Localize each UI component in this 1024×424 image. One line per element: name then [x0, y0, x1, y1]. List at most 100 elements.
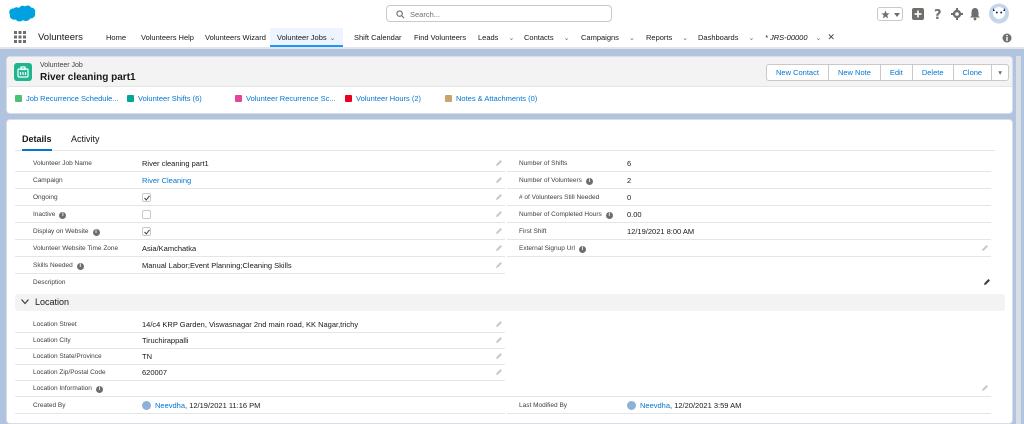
field-label: Location Information i — [33, 385, 103, 393]
nav-item-dashboards[interactable]: Dashboards ⌄ — [698, 28, 754, 47]
chevron-down-icon[interactable]: ⌄ — [682, 35, 688, 42]
new-note-button[interactable]: New Note — [827, 64, 881, 81]
field-label-text: Number of Completed Hours — [519, 211, 602, 218]
nav-item-contacts[interactable]: Contacts ⌄ — [524, 28, 569, 47]
related-link-volunteer-shifts[interactable]: Volunteer Shifts (6) — [127, 94, 202, 103]
nav-label: * JRS-00000 — [765, 33, 808, 42]
global-search-input[interactable]: Search... — [386, 5, 612, 22]
chevron-down-icon[interactable]: ⌄ — [564, 35, 570, 42]
field-created-by: Created By Neevdha, 12/19/2021 11:16 PM — [15, 398, 505, 414]
global-add-icon[interactable] — [912, 7, 924, 21]
edit-pencil-icon[interactable] — [495, 193, 503, 201]
edit-pencil-icon[interactable] — [495, 261, 503, 269]
nav-item-reports[interactable]: Reports ⌄ — [646, 28, 688, 47]
info-icon[interactable] — [1002, 33, 1012, 43]
record-title: River cleaning part1 — [40, 72, 136, 83]
chevron-down-icon[interactable]: ⌄ — [508, 35, 514, 42]
field-value: 12/19/2021 8:00 AM — [627, 227, 695, 236]
info-icon[interactable]: i — [605, 212, 613, 219]
edit-pencil-icon[interactable] — [495, 368, 503, 376]
app-navigation-bar: Volunteers Home Volunteers Help Voluntee… — [0, 28, 1024, 49]
nav-item-home[interactable]: Home — [106, 28, 126, 47]
nav-item-volunteers-help[interactable]: Volunteers Help — [141, 28, 194, 47]
edit-pencil-icon[interactable] — [981, 384, 989, 392]
tab-activity[interactable]: Activity — [71, 132, 100, 151]
info-icon[interactable]: i — [579, 246, 586, 253]
edit-pencil-icon[interactable] — [495, 227, 503, 235]
related-link-volunteer-hours[interactable]: Volunteer Hours (2) — [345, 94, 421, 103]
favorites-button[interactable] — [877, 7, 903, 21]
edit-pencil-icon[interactable] — [495, 320, 503, 328]
created-date: , 12/19/2021 11:16 PM — [185, 401, 261, 410]
field-volunteer-job-name: Volunteer Job Name River cleaning part1 — [15, 156, 505, 172]
tab-details[interactable]: Details — [22, 132, 52, 151]
app-launcher-grid-icon[interactable] — [14, 31, 26, 43]
field-label: # of Volunteers Still Needed — [519, 194, 600, 201]
nav-item-find-volunteers[interactable]: Find Volunteers — [414, 28, 466, 47]
chevron-down-icon[interactable]: ⌄ — [816, 35, 822, 42]
field-ongoing: Ongoing — [15, 190, 505, 206]
field-label: Description — [33, 279, 66, 286]
close-tab-icon[interactable]: ✕ — [827, 32, 835, 42]
job-icon — [17, 66, 29, 78]
field-value: TN — [142, 352, 152, 361]
field-completed-hours: Number of Completed Hours i 0.00 — [507, 207, 991, 223]
field-label: First Shift — [519, 228, 547, 235]
edit-pencil-icon[interactable] — [495, 176, 503, 184]
help-icon[interactable]: ? — [933, 7, 943, 21]
new-contact-button[interactable]: New Contact — [766, 64, 829, 81]
info-icon[interactable]: i — [59, 212, 67, 219]
field-location-state: Location State/Province TN — [15, 349, 505, 365]
campaign-link[interactable]: River Cleaning — [142, 176, 191, 185]
nav-item-leads[interactable]: Leads ⌄ — [478, 28, 514, 47]
info-icon[interactable]: i — [76, 263, 84, 270]
nav-label: Dashboards — [698, 33, 739, 42]
info-icon[interactable]: i — [585, 178, 593, 185]
field-description: Description — [15, 275, 995, 291]
edit-pencil-icon[interactable] — [983, 278, 991, 286]
chevron-down-icon[interactable]: ⌄ — [748, 35, 754, 42]
nav-label: Leads — [478, 33, 499, 42]
chevron-down-icon[interactable] — [21, 299, 29, 305]
nav-item-campaigns[interactable]: Campaigns ⌄ — [581, 28, 635, 47]
notifications-bell-icon[interactable] — [969, 7, 981, 21]
nav-item-volunteers-wizard[interactable]: Volunteers Wizard — [205, 28, 266, 47]
record-header-bar: Volunteer Job River cleaning part1 New C… — [7, 57, 1012, 87]
record-detail-card: Details Activity Volunteer Job Name Rive… — [6, 119, 1013, 424]
edit-pencil-icon[interactable] — [495, 159, 503, 167]
page-scrollbar[interactable] — [1016, 56, 1021, 424]
chevron-down-icon[interactable]: ⌄ — [629, 35, 635, 42]
field-label: Inactive i — [33, 211, 67, 219]
edit-pencil-icon[interactable] — [495, 352, 503, 360]
more-actions-button[interactable]: ▾ — [991, 64, 1010, 81]
edit-button[interactable]: Edit — [879, 64, 913, 81]
related-link-job-recurrence[interactable]: Job Recurrence Schedule... — [15, 94, 119, 103]
edit-pencil-icon[interactable] — [495, 336, 503, 344]
field-label-text: Location Information — [33, 385, 92, 392]
field-location-city: Location City Tiruchirappalli — [15, 333, 505, 349]
field-value: Manual Labor;Event Planning;Cleaning Ski… — [142, 261, 292, 270]
salesforce-logo-icon[interactable] — [8, 5, 36, 23]
related-link-volunteer-recurrence[interactable]: Volunteer Recurrence Sc... — [235, 94, 336, 103]
created-by-user-link[interactable]: Neevdha — [155, 401, 185, 410]
modified-by-user-link[interactable]: Neevdha — [640, 401, 670, 410]
user-avatar-icon[interactable] — [989, 3, 1009, 24]
gear-icon[interactable] — [951, 7, 963, 21]
location-section-header[interactable]: Location — [15, 294, 1005, 311]
info-icon[interactable]: i — [95, 386, 103, 393]
field-first-shift: First Shift 12/19/2021 8:00 AM — [507, 224, 991, 240]
field-label: Last Modified By — [519, 402, 568, 409]
edit-pencil-icon[interactable] — [495, 244, 503, 252]
edit-pencil-icon[interactable] — [495, 210, 503, 218]
nav-label: Volunteer Jobs — [277, 33, 327, 42]
info-icon[interactable]: i — [92, 229, 100, 236]
nav-item-volunteer-jobs[interactable]: Volunteer Jobs ⌄ — [270, 28, 343, 47]
checkmark-icon — [144, 229, 150, 235]
clone-button[interactable]: Clone — [952, 64, 993, 81]
edit-pencil-icon[interactable] — [981, 244, 989, 252]
nav-item-shift-calendar[interactable]: Shift Calendar — [354, 28, 402, 47]
related-link-notes-attachments[interactable]: Notes & Attachments (0) — [445, 94, 537, 103]
chevron-down-icon[interactable]: ⌄ — [330, 35, 336, 42]
nav-item-workspace-tab[interactable]: * JRS-00000 ⌄ ✕ — [765, 28, 835, 47]
delete-button[interactable]: Delete — [911, 64, 954, 81]
